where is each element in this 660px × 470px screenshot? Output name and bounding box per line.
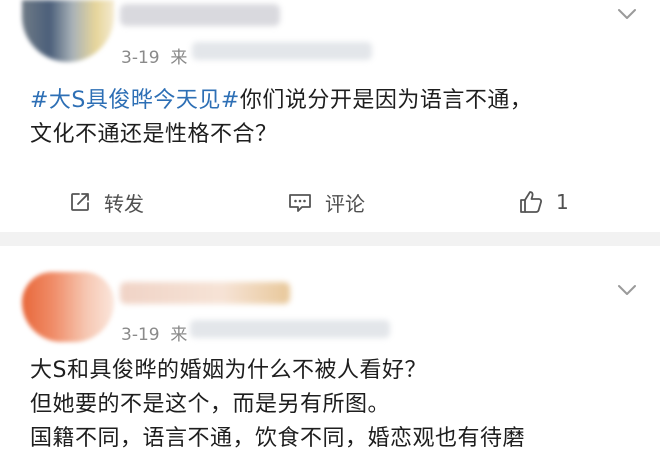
post-text-line: 你们说分开是因为语言不通，	[239, 88, 533, 113]
comment-label: 评论	[325, 191, 365, 216]
like-count: 1	[556, 190, 569, 214]
post-text-line: 文化不通还是性格不合？	[30, 122, 278, 147]
chevron-down-icon[interactable]	[616, 6, 638, 22]
username-redacted[interactable]	[120, 4, 280, 26]
username-redacted[interactable]	[120, 282, 290, 304]
comment-button[interactable]: 评论	[287, 182, 365, 222]
source-redacted	[192, 42, 372, 60]
hashtag-link[interactable]: #大S具俊晔今天见#	[30, 88, 240, 113]
post-time: 3-19 来	[121, 325, 188, 345]
repost-icon	[71, 193, 89, 211]
post-text-line: 国籍不同，语言不通，饮食不同，婚恋观也有待磨	[30, 426, 526, 451]
post-text-line: 大S和具俊晔的婚姻为什么不被人看好？	[30, 358, 427, 383]
action-bar: 转发 评论 1	[0, 182, 660, 222]
repost-button[interactable]: 转发	[68, 182, 144, 222]
avatar[interactable]	[22, 272, 114, 342]
avatar[interactable]	[22, 0, 114, 62]
post-text: #大S具俊晔今天见#你们说分开是因为语言不通， 文化不通还是性格不合？	[30, 84, 636, 152]
chevron-down-icon[interactable]	[616, 282, 638, 298]
weibo-feed: 3-19 来 #大S具俊晔今天见#你们说分开是因为语言不通， 文化不通还是性格不…	[0, 0, 660, 470]
thumbs-up-icon	[520, 191, 543, 213]
like-button[interactable]: 1	[518, 182, 569, 222]
post-card[interactable]: 3-19 来 大S和具俊晔的婚姻为什么不被人看好？ 但她要的不是这个，而是另有所…	[0, 246, 660, 470]
comment-icon	[289, 194, 311, 212]
source-redacted	[190, 320, 390, 338]
post-time: 3-19 来	[121, 48, 188, 68]
post-separator	[0, 232, 660, 246]
post-text-line: 但她要的不是这个，而是另有所图。	[30, 392, 391, 417]
post-text: 大S和具俊晔的婚姻为什么不被人看好？ 但她要的不是这个，而是另有所图。 国籍不同…	[30, 354, 636, 456]
repost-label: 转发	[104, 191, 144, 216]
post-card[interactable]: 3-19 来 #大S具俊晔今天见#你们说分开是因为语言不通， 文化不通还是性格不…	[0, 0, 660, 232]
